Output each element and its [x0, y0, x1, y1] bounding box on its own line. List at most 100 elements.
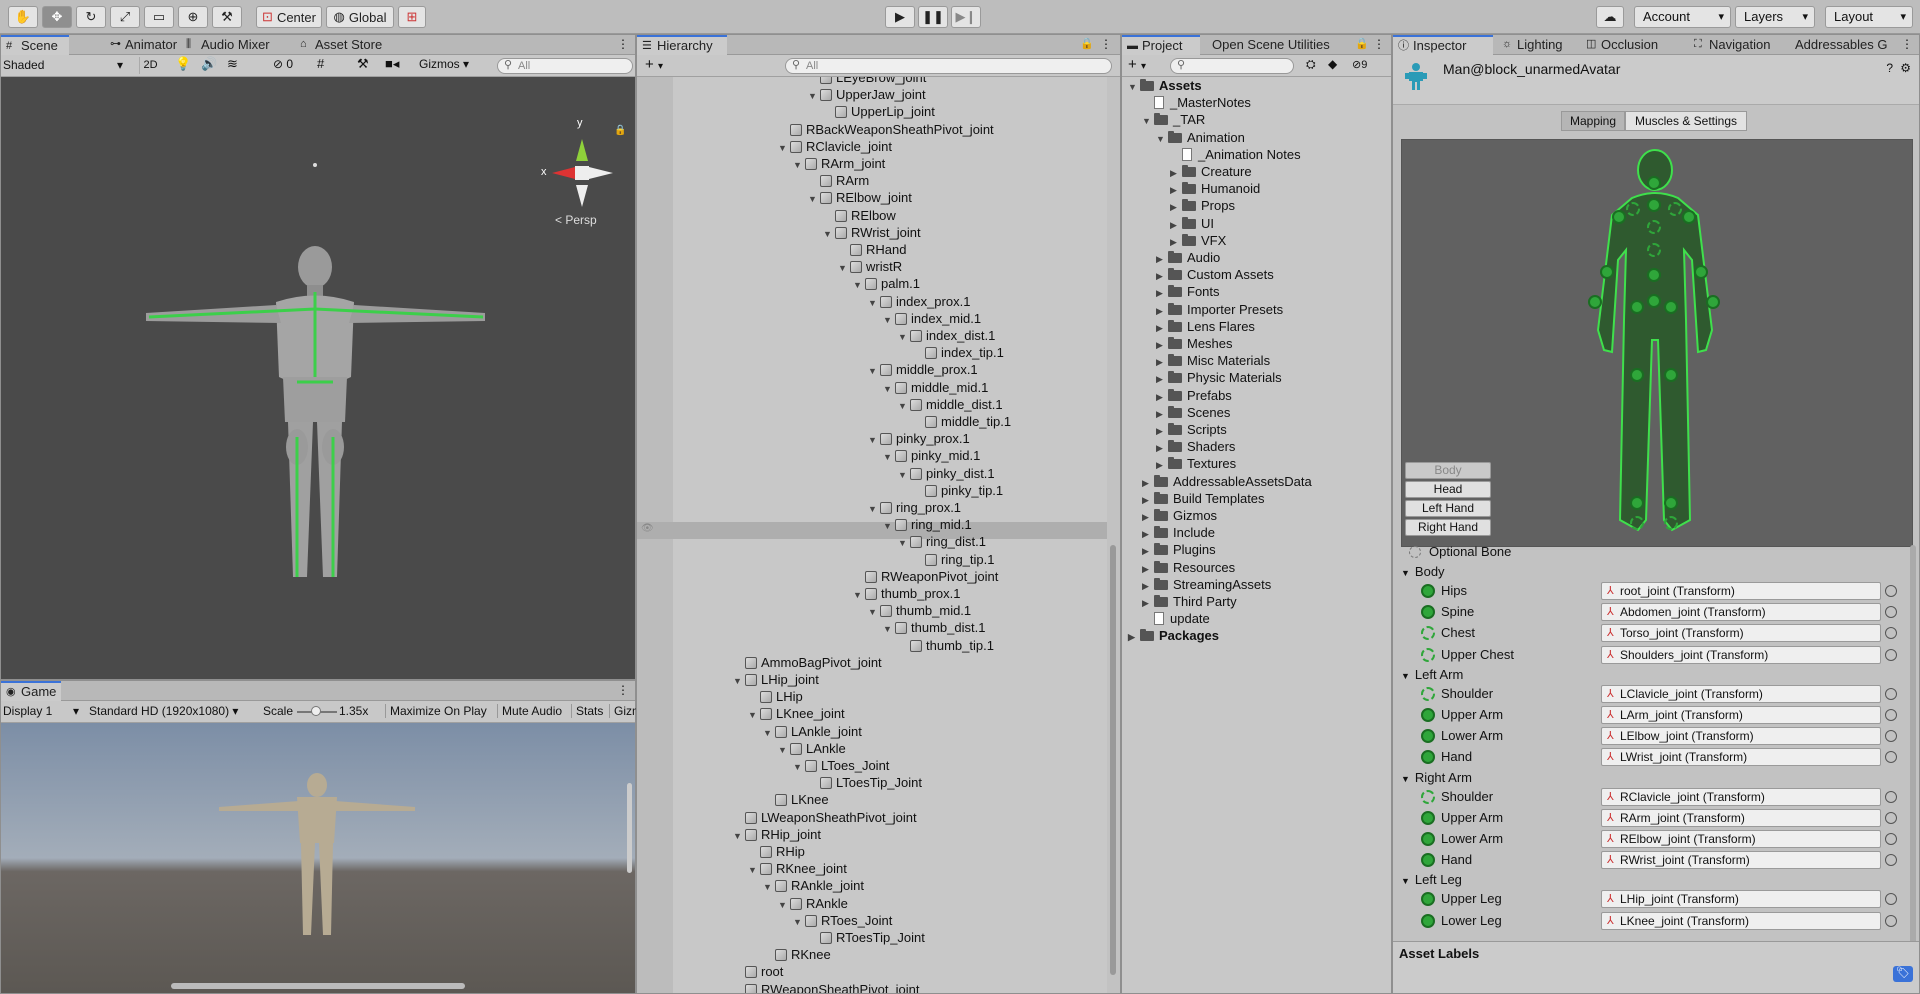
object-picker-icon[interactable] [1885, 627, 1897, 640]
settings-icon[interactable]: ⚙ [1900, 61, 1911, 75]
project-row[interactable]: ▶ Packages [1128, 627, 1219, 644]
hierarchy-row[interactable]: ▼ ring_dist.1 [898, 533, 986, 550]
gizmos-dropdown[interactable]: Gizmos ▾ [419, 57, 485, 71]
object-picker-icon[interactable] [1885, 751, 1897, 764]
foldout-arrow-icon[interactable]: ▼ [1156, 131, 1168, 148]
bone-section-header[interactable]: ▼ Left Leg [1401, 871, 1462, 889]
bone-object-field[interactable]: ⅄ Torso_joint (Transform) [1601, 624, 1881, 643]
foldout-arrow-icon[interactable]: ▼ [853, 587, 865, 604]
hand-tool-icon[interactable]: ✋ [8, 6, 38, 28]
foldout-arrow-icon[interactable]: ▼ [748, 862, 760, 879]
project-row[interactable]: update [1142, 610, 1210, 627]
object-picker-icon[interactable] [1885, 585, 1897, 597]
object-picker-icon[interactable] [1885, 648, 1897, 661]
hierarchy-row[interactable]: middle_tip.1 [913, 413, 1011, 430]
hierarchy-row[interactable]: ▼ RKnee_joint [748, 860, 847, 877]
hierarchy-search-input[interactable]: All [785, 58, 1112, 74]
bone-left-foot[interactable] [1630, 496, 1644, 510]
project-search-input[interactable] [1170, 58, 1294, 74]
cloud-icon[interactable]: ☁ [1596, 6, 1624, 28]
bone-section-header[interactable]: ▼ Left Arm [1401, 666, 1463, 684]
hierarchy-row[interactable]: ▼ ring_mid.1 [883, 516, 972, 533]
hierarchy-row[interactable]: index_tip.1 [913, 344, 1004, 361]
hierarchy-row[interactable]: ▼ RArm_joint [793, 155, 885, 172]
project-row[interactable]: ▶ Gizmos [1142, 507, 1217, 524]
hierarchy-row[interactable]: ▼ middle_mid.1 [883, 379, 988, 396]
hierarchy-row[interactable]: ▼ pinky_dist.1 [898, 465, 995, 482]
tab-lighting[interactable]: ☼ Lighting [1497, 35, 1581, 55]
tab-occlusion[interactable]: ◫ Occlusion [1581, 35, 1671, 55]
hierarchy-row[interactable]: pinky_tip.1 [913, 482, 1003, 499]
hierarchy-row[interactable]: ▼ RHip_joint [733, 826, 821, 843]
foldout-arrow-icon[interactable]: ▼ [883, 381, 895, 398]
bone-right-upper-leg[interactable] [1664, 300, 1678, 314]
bone-object-field[interactable]: ⅄ Shoulders_joint (Transform) [1601, 645, 1881, 664]
hierarchy-row[interactable]: ▼ RToes_Joint [793, 912, 892, 929]
foldout-arrow-icon[interactable]: ▼ [1128, 79, 1140, 96]
hierarchy-row[interactable]: ▼ wristR [838, 258, 902, 275]
project-row[interactable]: ▶ UI [1170, 215, 1214, 232]
foldout-arrow-icon[interactable]: ▼ [763, 725, 775, 742]
foldout-arrow-icon[interactable]: ▼ [748, 707, 760, 724]
lighting-toggle-icon[interactable]: 💡 [175, 56, 191, 72]
project-row[interactable]: ▶ Misc Materials [1156, 352, 1270, 369]
foldout-arrow-icon[interactable]: ▶ [1128, 629, 1140, 646]
display-dropdown[interactable]: Display 1 ▾ [3, 704, 83, 718]
project-row[interactable]: ▶ Importer Presets [1156, 301, 1283, 318]
bone-chest[interactable] [1647, 243, 1661, 257]
hierarchy-menu-icon[interactable]: ⋮ [1100, 37, 1112, 51]
filter-type-icon[interactable]: ⛭ [1306, 57, 1316, 72]
hierarchy-row[interactable]: ▼ index_prox.1 [868, 293, 970, 310]
foldout-arrow-icon[interactable]: ▼ [898, 329, 910, 346]
layout-dropdown[interactable]: Layout [1825, 6, 1913, 28]
project-row[interactable]: ▼ _TAR [1142, 111, 1205, 128]
bone-object-field[interactable]: ⅄ LWrist_joint (Transform) [1601, 748, 1881, 767]
project-row[interactable]: ▶ Prefabs [1156, 387, 1232, 404]
bone-object-field[interactable]: ⅄ RArm_joint (Transform) [1601, 808, 1881, 827]
project-row[interactable]: ▶ Include [1142, 524, 1215, 541]
move-tool-icon[interactable]: ✥ [42, 6, 72, 28]
scale-slider[interactable] [297, 706, 337, 716]
hierarchy-row[interactable]: ▼ pinky_prox.1 [868, 430, 970, 447]
project-row[interactable]: ▶ Meshes [1156, 335, 1233, 352]
bone-object-field[interactable]: ⅄ LArm_joint (Transform) [1601, 706, 1881, 724]
hidden-objects-toggle[interactable]: ⊘ 0 [273, 57, 293, 71]
hierarchy-row[interactable]: RBackWeaponSheathPivot_joint [778, 121, 994, 138]
grid-icon[interactable]: # [317, 56, 324, 71]
mapping-tab[interactable]: Mapping [1561, 111, 1625, 131]
scale-slider-handle[interactable] [311, 706, 321, 716]
bone-object-field[interactable]: ⅄ LKnee_joint (Transform) [1601, 911, 1881, 930]
project-row[interactable]: ▶ Resources [1142, 559, 1235, 576]
transform-tool-icon[interactable]: ⊕ [178, 6, 208, 28]
tab-navigation[interactable]: ⛶ Navigation [1689, 35, 1789, 55]
foldout-arrow-icon[interactable]: ▼ [793, 759, 805, 776]
project-row[interactable]: ▶ Plugins [1142, 541, 1216, 558]
filter-label-icon[interactable]: ◆ [1328, 57, 1337, 71]
hierarchy-row[interactable]: RWeaponSheathPivot_joint [733, 981, 920, 993]
snap-icon[interactable]: ⊞ [398, 6, 426, 28]
bone-object-field[interactable]: ⅄ LElbow_joint (Transform) [1601, 727, 1881, 746]
project-row[interactable]: ▶ Third Party [1142, 593, 1237, 610]
tab-scene[interactable]: # Scene [1, 35, 69, 55]
project-row[interactable]: ▶ Props [1170, 197, 1235, 214]
project-row[interactable]: ▶ Audio [1156, 249, 1220, 266]
audio-toggle-icon[interactable]: 🔊 [201, 56, 217, 72]
hierarchy-row[interactable]: ▼ pinky_mid.1 [883, 447, 980, 464]
label-tag-icon[interactable]: 🏷 [1893, 966, 1913, 982]
bone-left-upper-arm[interactable] [1612, 210, 1626, 224]
hierarchy-row[interactable]: RToesTip_Joint [808, 929, 925, 946]
bone-object-field[interactable]: ⅄ LClavicle_joint (Transform) [1601, 684, 1881, 703]
scene-viewport[interactable]: y x 🔒 < Persp [1, 77, 635, 679]
hierarchy-row[interactable]: ▼ middle_dist.1 [898, 396, 1003, 413]
custom-tool-icon[interactable]: ⚒ [212, 6, 242, 28]
muscles-settings-tab[interactable]: Muscles & Settings [1625, 111, 1747, 131]
hierarchy-row[interactable]: RHip [748, 843, 805, 860]
foldout-arrow-icon[interactable]: ▼ [898, 535, 910, 552]
foldout-arrow-icon[interactable]: ▼ [853, 277, 865, 294]
hierarchy-row[interactable]: LHip [748, 688, 803, 705]
bone-head[interactable] [1647, 176, 1661, 190]
left-hand-view-button[interactable]: Left Hand [1405, 500, 1491, 517]
bone-right-lower-leg[interactable] [1664, 368, 1678, 382]
hierarchy-row[interactable]: thumb_tip.1 [898, 637, 994, 654]
hierarchy-row[interactable]: ▼ ring_prox.1 [868, 499, 961, 516]
